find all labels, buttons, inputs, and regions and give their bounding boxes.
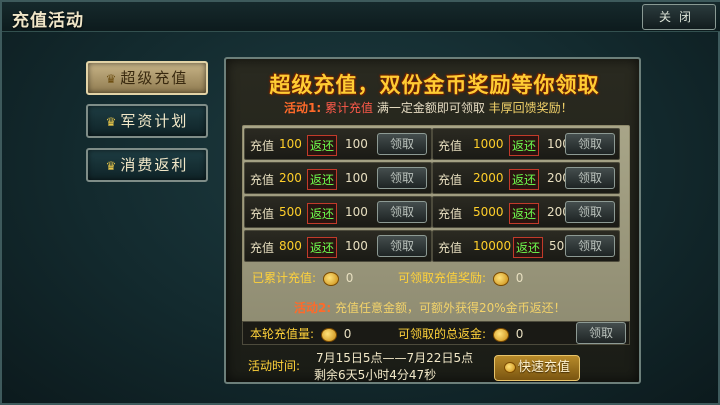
sidebar-item-spending-rebate[interactable]: ♛ 消费返利 <box>86 148 208 182</box>
return-value: 100 <box>345 171 368 185</box>
tier-label: 充值 <box>250 139 275 153</box>
round-recharge: 本轮充值量: 0 <box>250 325 351 342</box>
tier-amount: 1000 <box>473 137 504 151</box>
sidebar-item-super-recharge[interactable]: ♛ 超级充值 <box>86 61 208 95</box>
tier-cell: 充值 5000 返还 200 领取 <box>432 196 620 228</box>
claim-refund-button[interactable]: 领取 <box>576 322 626 344</box>
refund-label: 可领取的总返金: <box>398 327 487 341</box>
return-badge: 返还 <box>307 135 338 156</box>
claim-button[interactable]: 领取 <box>565 133 615 155</box>
quick-recharge-button[interactable]: 快速充值 <box>494 355 580 381</box>
return-badge: 返还 <box>307 169 338 190</box>
crown-icon: ♛ <box>105 72 117 86</box>
tier-label: 充值 <box>438 207 463 221</box>
quick-recharge-label: 快速充值 <box>517 360 570 375</box>
claim-button[interactable]: 领取 <box>565 201 615 223</box>
activity1-line: 活动1: 累计充值 满一定金额即可领取 丰厚回馈奖励！ <box>284 99 573 116</box>
tier-cell: 充值 500 返还 100 领取 <box>244 196 432 228</box>
tier-cell: 充值 2000 返还 200 领取 <box>432 162 620 194</box>
return-badge: 返还 <box>509 135 540 156</box>
promo-headline: 超级充值，双份金币奖励等你领取 <box>269 73 600 97</box>
cumulative-label: 已累计充值: <box>252 271 317 285</box>
tier-amount: 10000 <box>473 239 512 253</box>
activity2-desc: 充值任意金额，可额外获得20%金币返还！ <box>334 301 566 315</box>
claim-button[interactable]: 领取 <box>565 235 615 257</box>
tier-cell: 充值 1000 返还 100 领取 <box>432 128 620 160</box>
tier-amount: 100 <box>279 137 302 151</box>
recharge-activity-window: 充值活动 关闭 ♛ 超级充值 ♛ 军资计划 ♛ 消费返利 超级充值，双份金币奖励等你领… <box>0 0 720 405</box>
round-label: 本轮充值量: <box>250 327 315 341</box>
crown-icon: ♛ <box>105 115 117 129</box>
tier-label: 充值 <box>438 139 463 153</box>
round-value: 0 <box>343 327 352 341</box>
crown-icon: ♛ <box>105 159 117 173</box>
claimable-reward: 可领取充值奖励: 0 <box>398 269 523 286</box>
sidebar-item-military-plan[interactable]: ♛ 军资计划 <box>86 104 208 138</box>
tier-cell: 充值 10000 返还 500 领取 <box>432 230 620 262</box>
tier-amount: 5000 <box>473 205 504 219</box>
tier-label: 充值 <box>250 207 275 221</box>
refund-value: 0 <box>515 327 524 341</box>
gold-coin-icon <box>320 327 337 342</box>
sidebar-item-label: 消费返利 <box>120 156 189 174</box>
return-value: 100 <box>345 205 368 219</box>
close-button[interactable]: 关闭 <box>642 4 716 30</box>
tier-amount: 800 <box>279 239 302 253</box>
title-bar: 充值活动 关闭 <box>2 2 720 32</box>
return-badge: 返还 <box>509 203 540 224</box>
reward-label: 可领取充值奖励: <box>398 271 487 285</box>
tier-amount: 500 <box>279 205 302 219</box>
return-value: 100 <box>345 137 368 151</box>
total-refund: 可领取的总返金: 0 <box>398 325 523 342</box>
cumulative-value: 0 <box>345 271 354 285</box>
tier-cell: 充值 100 返还 100 领取 <box>244 128 432 160</box>
claim-button[interactable]: 领取 <box>377 133 427 155</box>
return-badge: 返还 <box>307 237 338 258</box>
claim-button[interactable]: 领取 <box>377 235 427 257</box>
reward-value: 0 <box>515 271 524 285</box>
cumulative-recharge: 已累计充值: 0 <box>252 269 353 286</box>
return-badge: 返还 <box>307 203 338 224</box>
activity2-tag: 活动2: <box>294 301 332 315</box>
gold-coin-icon <box>503 362 516 373</box>
claim-button[interactable]: 领取 <box>377 167 427 189</box>
activity1-highlight: 累计充值 <box>324 101 373 115</box>
claim-button[interactable]: 领取 <box>565 167 615 189</box>
tier-cell: 充值 800 返还 100 领取 <box>244 230 432 262</box>
activity1-reward: 丰厚回馈奖励！ <box>488 101 573 115</box>
tier-amount: 2000 <box>473 171 504 185</box>
tier-label: 充值 <box>250 241 275 255</box>
tier-label: 充值 <box>250 173 275 187</box>
window-title: 充值活动 <box>12 11 84 31</box>
gold-coin-icon <box>492 327 509 342</box>
gold-coin-icon <box>492 271 509 286</box>
claim-button[interactable]: 领取 <box>377 201 427 223</box>
activity-time-label: 活动时间: <box>248 359 301 373</box>
tier-amount: 200 <box>279 171 302 185</box>
activity1-tag: 活动1: <box>284 101 322 115</box>
time-remaining: 剩余6天5小时4分47秒 <box>314 368 437 382</box>
activity-time-range: 7月15日5点——7月22日5点 <box>316 351 474 365</box>
sidebar-item-label: 军资计划 <box>120 112 189 130</box>
activity1-desc: 满一定金额即可领取 <box>376 101 485 115</box>
sidebar-item-label: 超级充值 <box>120 69 189 87</box>
activity-panel: 超级充值，双份金币奖励等你领取 活动1: 累计充值 满一定金额即可领取 丰厚回馈… <box>224 57 641 384</box>
tier-label: 充值 <box>438 173 463 187</box>
return-badge: 返还 <box>509 169 540 190</box>
gold-coin-icon <box>322 271 339 286</box>
activity2-line: 活动2: 充值任意金额，可额外获得20%金币返还！ <box>294 299 566 316</box>
return-badge: 返还 <box>513 237 544 258</box>
tier-cell: 充值 200 返还 100 领取 <box>244 162 432 194</box>
tier-label: 充值 <box>438 241 463 255</box>
return-value: 100 <box>345 239 368 253</box>
